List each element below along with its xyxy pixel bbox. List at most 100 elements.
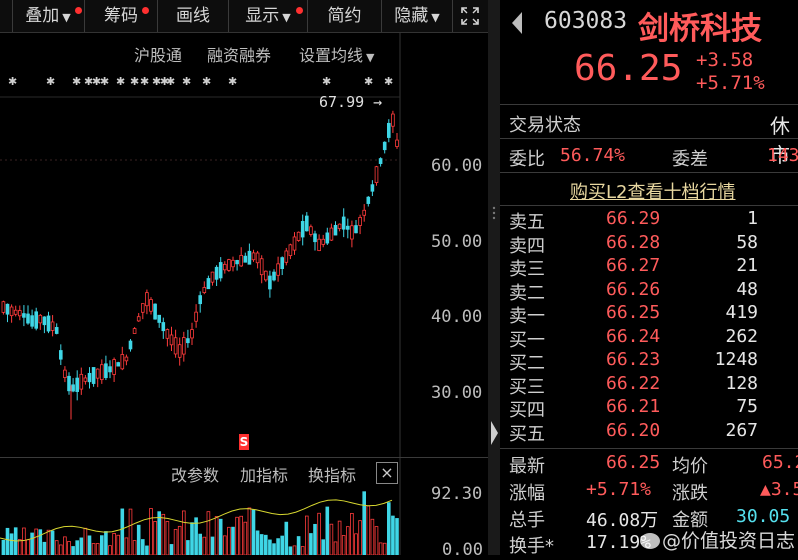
candle-body — [358, 216, 362, 226]
candle-body — [198, 295, 203, 305]
volume-bar — [140, 539, 145, 555]
volume-bar — [321, 539, 325, 555]
volume-bar — [341, 535, 346, 555]
status-label: 交易状态 — [509, 115, 581, 136]
overlay-button[interactable]: 叠加 ▼ — [12, 0, 85, 32]
event-marker-icon[interactable]: ✱ — [384, 75, 393, 88]
hide-button[interactable]: 隐藏 ▼ — [382, 0, 453, 32]
draw-line-button[interactable]: 画线 — [158, 0, 229, 32]
fullscreen-button[interactable] — [453, 0, 487, 32]
bid-row[interactable]: 买一 66.24 262 — [500, 326, 798, 351]
candle-body — [284, 250, 289, 263]
candle-body — [222, 263, 227, 271]
buy-l2-link[interactable]: 购买L2查看十档行情 — [570, 178, 735, 204]
ratio-label: 委比 — [509, 149, 545, 170]
candle-body — [9, 306, 14, 317]
display-badge-dot — [296, 7, 303, 14]
event-marker-icon[interactable]: ✱ — [130, 75, 139, 88]
ask-level-label: 卖一 — [509, 306, 545, 327]
event-marker-icon[interactable]: ✱ — [322, 75, 331, 88]
volume-bar — [259, 534, 264, 555]
price-kline-chart[interactable]: ✱ ✱ ✱ ✱✱✱ ✱ ✱ ✱ ✱✱✱ ✱ ✱ ✱ ✱ ✱ ✱ — [0, 32, 488, 457]
ask-row[interactable]: 卖一 66.25 419 — [500, 302, 798, 327]
event-marker-icon[interactable]: ✱ — [140, 75, 149, 88]
volume-bar — [210, 536, 215, 555]
volume-bar — [313, 523, 317, 555]
simple-mode-button[interactable]: 简约 — [308, 0, 382, 32]
ask-row[interactable]: 卖二 66.26 48 — [500, 279, 798, 304]
candle-body — [350, 225, 354, 240]
candle-body — [202, 287, 207, 294]
event-marker-icon[interactable]: ✱ — [364, 75, 373, 88]
ask-row[interactable]: 卖四 66.28 58 — [500, 232, 798, 257]
current-price: 66.25 — [574, 48, 683, 89]
collapse-arrow-icon[interactable] — [489, 418, 499, 452]
bid-row[interactable]: 买二 66.23 1248 — [500, 349, 798, 374]
ask-row[interactable]: 卖五 66.29 1 — [500, 208, 798, 233]
volume-bar — [304, 515, 309, 555]
bid-row[interactable]: 买四 66.21 75 — [500, 396, 798, 421]
overlay-label: 叠加 — [25, 6, 60, 26]
volume-bar — [75, 540, 80, 555]
candle-body — [161, 322, 166, 332]
event-marker-icon[interactable]: ✱ — [116, 75, 125, 88]
event-marker-icon[interactable]: ✱ — [166, 75, 175, 88]
candle-body — [34, 311, 38, 329]
ask-price: 66.27 — [606, 255, 661, 276]
candle-body — [46, 315, 51, 332]
volume-bar — [91, 543, 96, 555]
candle-body — [13, 309, 18, 315]
display-label: 显示 — [245, 6, 280, 26]
bid-row[interactable]: 买三 66.22 128 — [500, 373, 798, 398]
ask-volume: 21 — [736, 255, 758, 276]
volume-bar — [50, 530, 55, 555]
candle-body — [128, 340, 133, 350]
candle-body — [30, 315, 34, 327]
candle-body — [304, 215, 309, 232]
volume-bar — [38, 529, 43, 555]
divider — [500, 104, 798, 105]
event-marker-icon[interactable]: ✱ — [228, 75, 237, 88]
volume-bar — [391, 515, 395, 555]
candle-body — [59, 350, 63, 360]
candle-body — [386, 122, 391, 138]
candle-body — [190, 329, 194, 339]
hgt-link[interactable]: 沪股通 — [134, 42, 182, 66]
bid-row[interactable]: 买五 66.20 267 — [500, 420, 798, 445]
candle-body — [157, 314, 162, 323]
candle-body — [177, 344, 182, 358]
event-marker-icon[interactable]: ✱ — [202, 75, 211, 88]
display-button[interactable]: 显示 ▼ — [229, 0, 308, 32]
candle-body — [95, 368, 100, 379]
volume-bar — [239, 515, 244, 555]
volume-bar — [59, 544, 63, 555]
candle-body — [5, 303, 10, 315]
candle-body — [268, 275, 272, 290]
volume-bar — [173, 529, 178, 555]
stock-name: 剑桥科技 — [638, 11, 762, 47]
event-marker-icon[interactable]: ✱ — [8, 75, 17, 88]
event-marker-icon[interactable]: ✱ — [72, 75, 81, 88]
candle-body — [313, 233, 317, 243]
ma-settings-link[interactable]: 设置均线 ▼ — [299, 42, 374, 66]
volume-bar — [46, 529, 51, 555]
bid-level-label: 买二 — [509, 353, 545, 374]
candle-body — [140, 303, 145, 313]
volume-chart[interactable] — [0, 458, 488, 555]
panel-splitter[interactable] — [488, 0, 500, 555]
bid-level-label: 买一 — [509, 329, 545, 351]
volume-bar — [26, 539, 30, 555]
margin-trading-link[interactable]: 融资融券 — [207, 42, 271, 66]
price-change-pct: +5.71% — [696, 72, 765, 94]
back-arrow-icon[interactable] — [510, 10, 524, 40]
event-marker-icon[interactable]: ✱ — [46, 75, 55, 88]
s-marker-badge[interactable]: S — [239, 434, 249, 450]
event-marker-icon[interactable]: ✱ — [182, 75, 191, 88]
volume-bar — [100, 535, 104, 555]
volume-bar — [350, 513, 354, 555]
volume-bar — [317, 512, 321, 555]
event-marker-icon[interactable]: ✱ — [100, 75, 109, 88]
ask-row[interactable]: 卖三 66.27 21 — [500, 255, 798, 280]
candle-body — [145, 292, 149, 307]
chips-button[interactable]: 筹码 — [85, 0, 158, 32]
